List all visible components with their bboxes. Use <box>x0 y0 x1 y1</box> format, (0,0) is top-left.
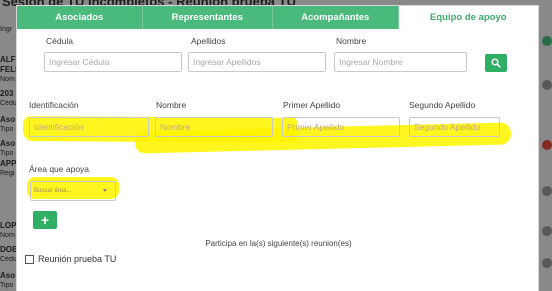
nombre-label: Nombre <box>156 100 187 110</box>
nombre-search-label: Nombre <box>336 36 367 46</box>
tab-asociados[interactable]: Asociados <box>17 6 143 29</box>
modal-tabs: Asociados Representantes Acompañantes Eq… <box>17 6 538 29</box>
search-button[interactable] <box>485 54 507 72</box>
cedula-label: Cédula <box>46 36 73 46</box>
chevron-down-icon <box>103 189 107 192</box>
nombre-input[interactable] <box>155 117 273 137</box>
add-button[interactable]: + <box>33 211 57 229</box>
meeting-checkbox[interactable] <box>25 254 34 264</box>
meeting-label: Reunión prueba TU <box>38 254 117 264</box>
tab-representantes[interactable]: Representantes <box>142 6 274 29</box>
area-select-placeholder: Buscar área... <box>34 188 72 194</box>
nombre-search-input[interactable] <box>334 52 467 72</box>
tab-equipo-de-apoyo[interactable]: Equipo de apoyo <box>398 6 538 29</box>
primer-apellido-input[interactable] <box>282 117 400 137</box>
primer-apellido-label: Primer Apellido <box>283 100 341 110</box>
tab-acompanantes[interactable]: Acompañantes <box>273 6 399 29</box>
participation-text: Participa en la(s) siguiente(s) reunion(… <box>205 239 352 248</box>
identificacion-input[interactable] <box>29 117 149 137</box>
add-participant-modal: Asociados Representantes Acompañantes Eq… <box>16 5 539 291</box>
search-icon <box>491 58 501 68</box>
segundo-apellido-input[interactable] <box>409 117 500 137</box>
area-label: Área que apoya <box>29 164 90 174</box>
apellidos-search-input[interactable] <box>188 52 326 72</box>
area-select[interactable]: Buscar área... <box>30 181 116 201</box>
meeting-option[interactable]: Reunión prueba TU <box>25 254 116 264</box>
apellidos-label: Apellidos <box>191 36 226 46</box>
cedula-search-input[interactable] <box>44 52 182 72</box>
identificacion-label: Identificación <box>29 100 79 110</box>
segundo-apellido-label: Segundo Apellido <box>409 100 476 110</box>
